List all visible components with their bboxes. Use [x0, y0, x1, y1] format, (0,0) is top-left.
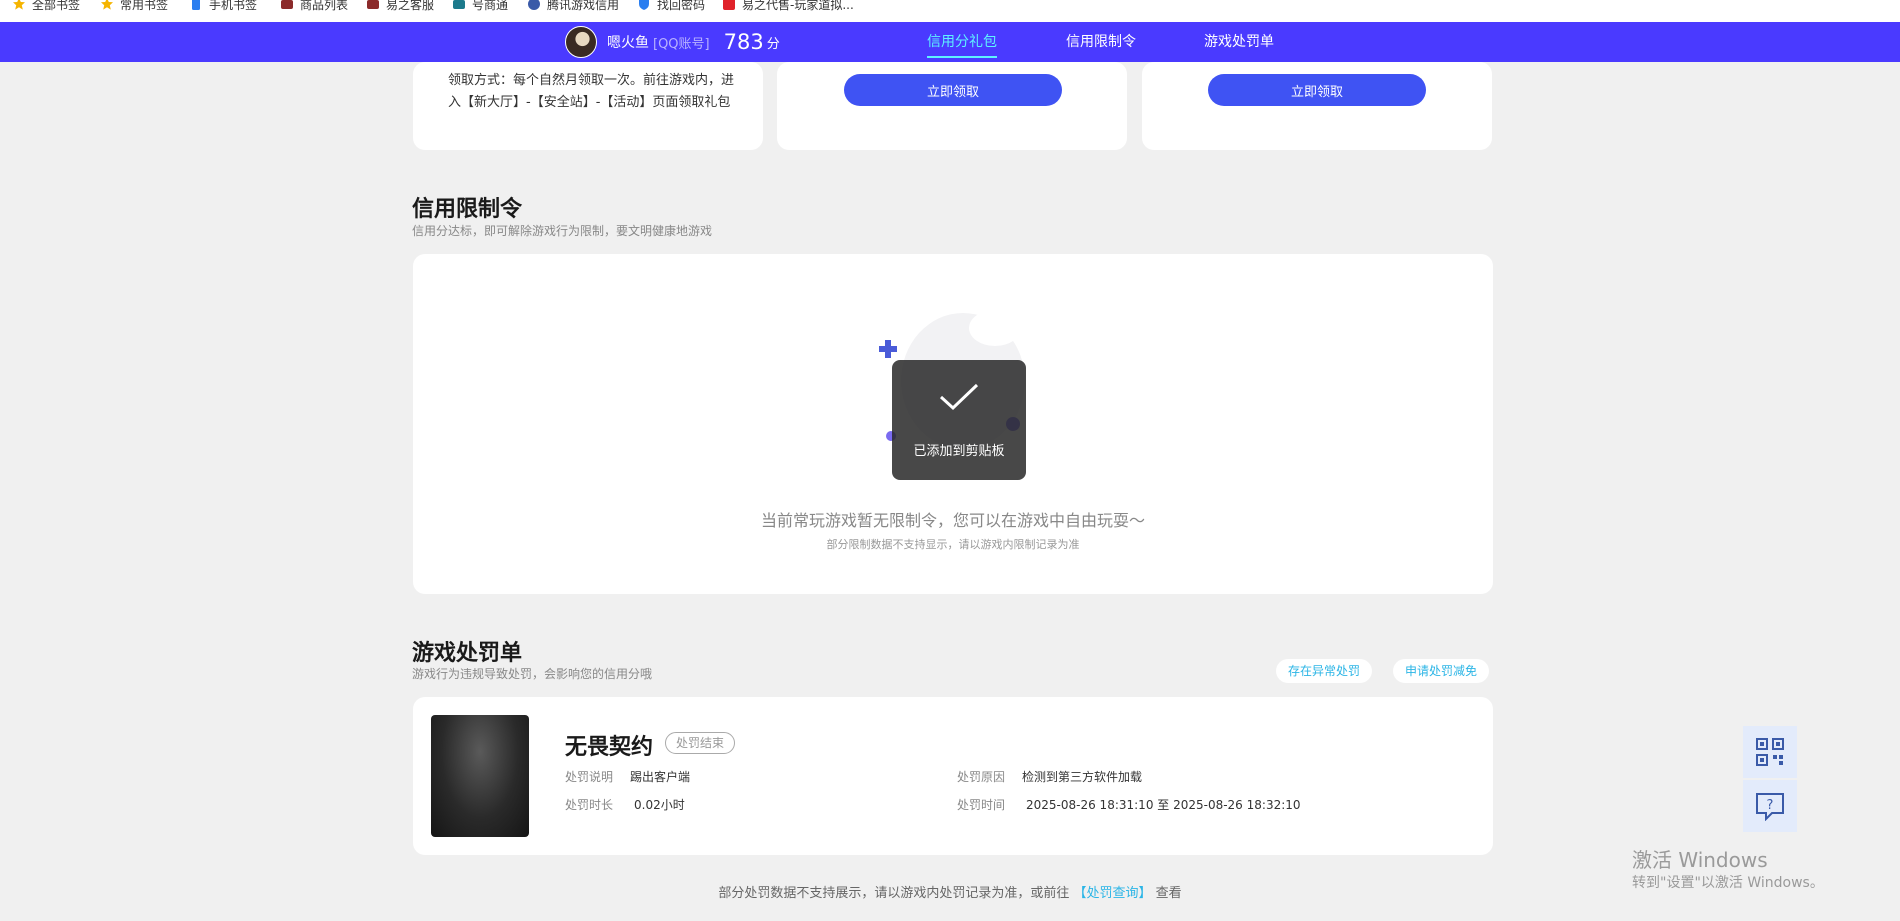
restriction-section-subtitle: 信用分达标，即可解除游戏行为限制，要文明健康地游戏	[412, 224, 713, 238]
bookmark-label: 商品列表	[300, 0, 349, 12]
game-name: 无畏契约	[565, 735, 654, 760]
claim-now-button[interactable]: 立即领取	[844, 74, 1062, 106]
site-icon	[281, 0, 293, 9]
toast-message: 已添加到剪贴板	[913, 444, 1005, 459]
site-icon	[528, 0, 540, 10]
bookmark-label: 找回密码	[657, 0, 706, 12]
bookmark-product-list[interactable]: 商品列表	[280, 0, 348, 14]
qrcode-icon	[1756, 738, 1784, 766]
bookmark-support[interactable]: 易之客服	[366, 0, 434, 14]
user-info: 嗯火鱼 [QQ账号] 783 分	[565, 26, 780, 58]
site-icon	[723, 0, 735, 10]
top-navbar: 嗯火鱼 [QQ账号] 783 分 信用分礼包 信用限制令 游戏处罚单	[0, 22, 1900, 62]
bookmark-label: 易之客服	[386, 0, 435, 12]
penalty-desc-label: 处罚说明	[565, 770, 614, 784]
shield-icon	[639, 0, 649, 10]
tab-credit-gift[interactable]: 信用分礼包	[927, 22, 997, 62]
qrcode-button[interactable]	[1743, 726, 1797, 778]
abnormal-penalty-button[interactable]: 存在异常处罚	[1276, 659, 1373, 683]
credit-score-unit: 分	[766, 36, 780, 52]
user-name: 嗯火鱼	[607, 35, 649, 51]
restriction-section-title: 信用限制令	[412, 197, 523, 222]
bookmark-label: 号商通	[472, 0, 509, 12]
footer-prefix: 部分处罚数据不支持展示，请以游戏内处罚记录为准，或前往	[718, 886, 1070, 901]
status-badge: 处罚结束	[665, 732, 736, 754]
penalty-reason-value: 检测到第三方软件加载	[1022, 770, 1143, 784]
phone-icon	[192, 0, 200, 10]
penalty-reason-label: 处罚原因	[957, 770, 1006, 784]
claim-now-button[interactable]: 立即领取	[1208, 74, 1426, 106]
penalty-query-link[interactable]: 【处罚查询】	[1073, 886, 1151, 901]
bookmark-haoshangtong[interactable]: 号商通	[452, 0, 508, 14]
bookmark-frequent[interactable]: 常用书签	[100, 0, 168, 14]
windows-activation-hint: 转到"设置"以激活 Windows。	[1632, 875, 1824, 891]
site-icon	[453, 0, 465, 9]
help-button[interactable]: ?	[1743, 780, 1797, 832]
penalty-time-value: 2025-08-26 18:31:10 至 2025-08-26 18:32:1…	[1026, 798, 1301, 812]
bookmark-yizhi-sale[interactable]: 易之代售-玩家道拟...	[722, 0, 854, 14]
empty-state-message: 当前常玩游戏暂无限制令，您可以在游戏中自由玩耍～	[760, 511, 1145, 530]
game-cover-image	[431, 715, 529, 837]
svg-text:?: ?	[1767, 798, 1774, 813]
tab-credit-restriction[interactable]: 信用限制令	[1066, 22, 1136, 62]
gift-card-3: 立即领取	[1142, 62, 1492, 150]
bookmark-all[interactable]: 全部书签	[12, 0, 80, 14]
gift-card-1: 领取方式：每个自然月领取一次。前往游戏内，进入【新大厅】-【安全站】-【活动】页…	[413, 62, 763, 150]
bookmark-label: 易之代售-玩家道拟...	[742, 0, 854, 12]
footer-note: 部分处罚数据不支持展示，请以游戏内处罚记录为准，或前往 【处罚查询】 查看	[0, 882, 1900, 901]
penalty-card: 无畏契约 处罚结束 处罚说明 踢出客户端 处罚时长 0.02小时 处罚原因 检测…	[413, 697, 1493, 855]
penalty-reduction-button[interactable]: 申请处罚减免	[1393, 659, 1490, 683]
star-icon	[13, 0, 25, 10]
penalty-duration-label: 处罚时长	[565, 798, 614, 812]
empty-state-note: 部分限制数据不支持显示，请以游戏内限制记录为准	[826, 538, 1080, 551]
bookmark-mobile[interactable]: 手机书签	[189, 0, 257, 14]
bookmark-label: 常用书签	[120, 0, 169, 12]
bookmark-label: 腾讯游戏信用	[547, 0, 620, 12]
penalty-section-title: 游戏处罚单	[412, 641, 523, 666]
tab-game-penalty[interactable]: 游戏处罚单	[1204, 22, 1274, 62]
bookmark-password-recovery[interactable]: 找回密码	[637, 0, 705, 14]
star-icon	[101, 0, 113, 10]
footer-suffix: 查看	[1155, 886, 1182, 901]
penalty-desc-value: 踢出客户端	[630, 770, 691, 784]
avatar[interactable]	[565, 26, 597, 58]
gift-claim-description: 领取方式：每个自然月领取一次。前往游戏内，进入【新大厅】-【安全站】-【活动】页…	[448, 73, 735, 110]
bookmark-label: 手机书签	[209, 0, 258, 12]
credit-score: 783	[723, 30, 764, 54]
penalty-section-subtitle: 游戏行为违规导致处罚，会影响您的信用分哦	[412, 667, 653, 681]
account-type: [QQ账号]	[653, 36, 710, 52]
help-chat-icon: ?	[1756, 793, 1784, 821]
bookmark-tencent-credit[interactable]: 腾讯游戏信用	[527, 0, 619, 14]
bookmarks-bar: 全部书签 常用书签 手机书签 商品列表 易之客服 号商通 腾讯游戏信用 找回密码…	[0, 0, 1900, 22]
windows-activation-watermark: 激活 Windows	[1632, 848, 1768, 872]
checkmark-icon	[939, 383, 979, 411]
penalty-duration-value: 0.02小时	[634, 798, 685, 812]
site-icon	[367, 0, 379, 9]
penalty-time-label: 处罚时间	[957, 798, 1006, 812]
gift-card-2: 立即领取	[777, 62, 1127, 150]
copied-toast: 已添加到剪贴板	[892, 360, 1026, 480]
bookmark-label: 全部书签	[32, 0, 81, 12]
